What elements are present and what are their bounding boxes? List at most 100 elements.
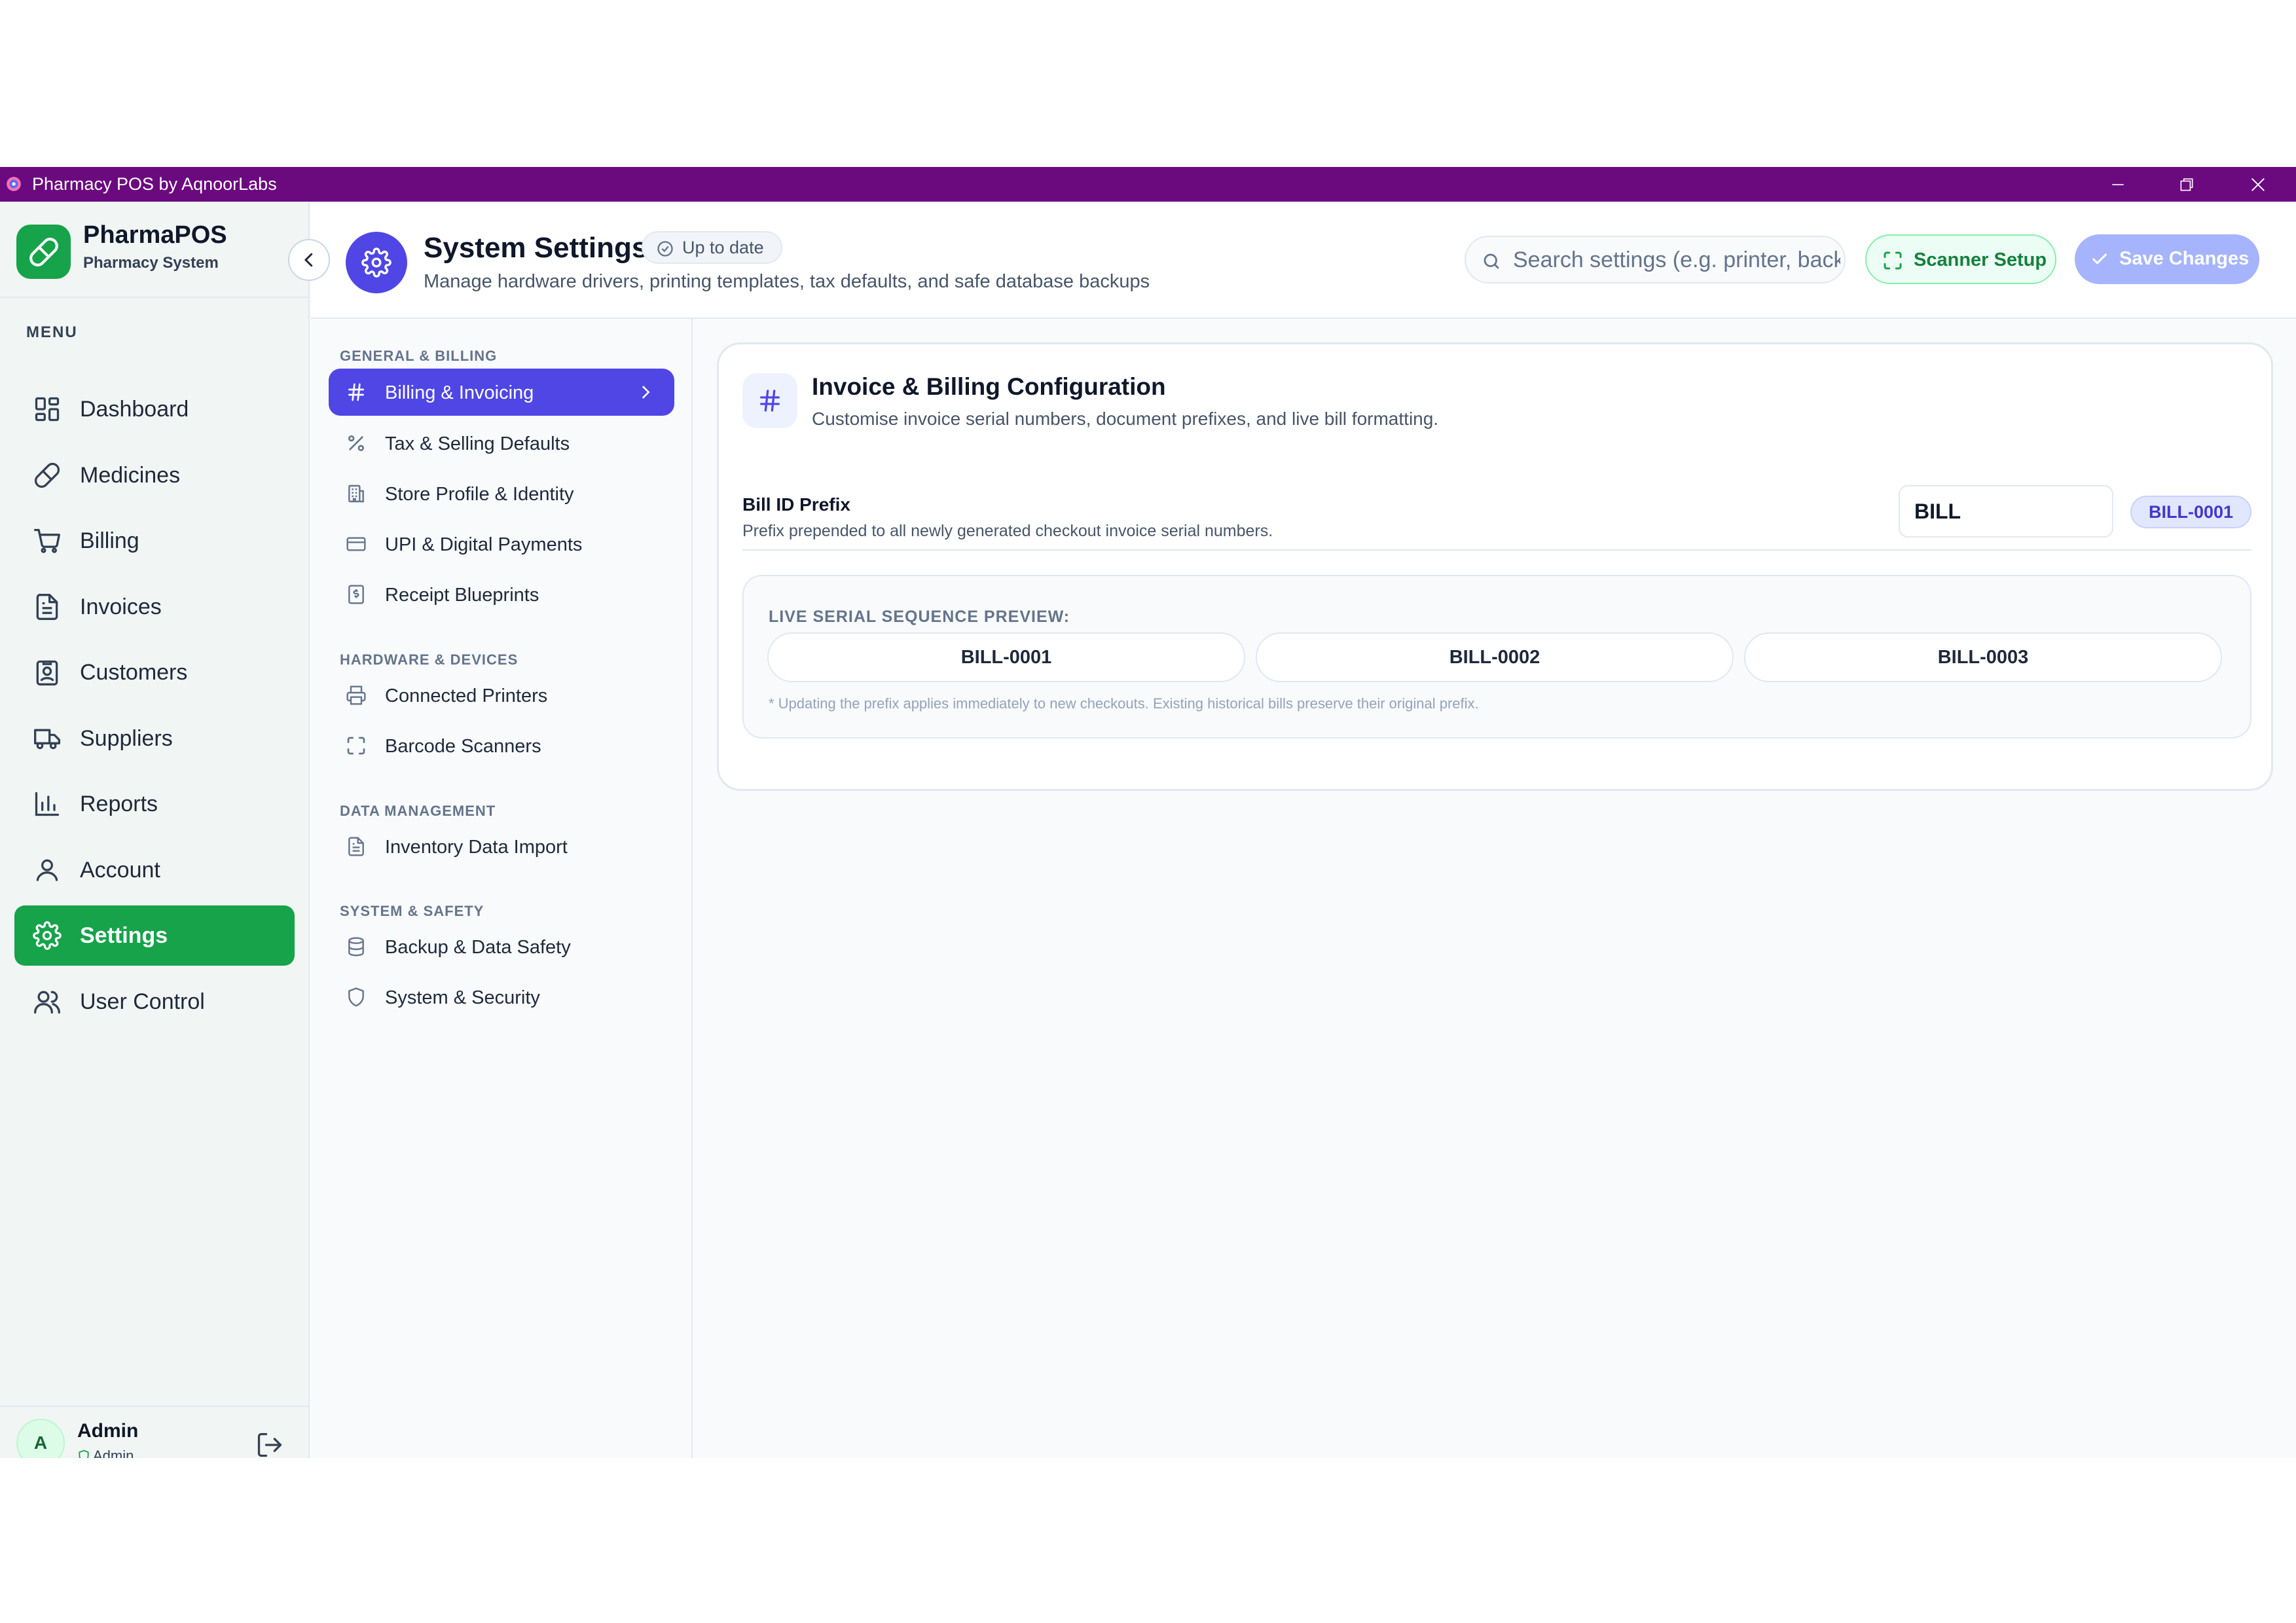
avatar: A xyxy=(16,1419,65,1458)
scanner-setup-label: Scanner Setup xyxy=(1914,249,2047,270)
restore-button[interactable] xyxy=(2153,167,2221,202)
settings-content: Invoice & Billing Configuration Customis… xyxy=(693,319,2296,1458)
customers-icon xyxy=(36,660,58,685)
settings-item-label: Inventory Data Import xyxy=(385,837,568,858)
brand-logo xyxy=(16,225,71,279)
settings-item-label: UPI & Digital Payments xyxy=(385,534,583,555)
shield-small-icon xyxy=(79,1450,89,1458)
section-label-general-billing: GENERAL & BILLING xyxy=(340,348,498,364)
card-description: Customise invoice serial numbers, docume… xyxy=(812,409,1439,429)
page-description: Manage hardware drivers, printing templa… xyxy=(424,271,1150,292)
logout-icon[interactable] xyxy=(255,1431,284,1458)
window-title: Pharmacy POS by AqnoorLabs xyxy=(32,174,277,194)
section-label-hardware-devices: HARDWARE & DEVICES xyxy=(340,651,519,668)
brand-header: PharmaPOS Pharmacy System xyxy=(0,202,310,298)
search-input[interactable] xyxy=(1513,237,1840,282)
check-circle-icon xyxy=(657,241,673,257)
settings-item-label: Receipt Blueprints xyxy=(385,585,539,606)
minimize-button[interactable] xyxy=(2084,167,2152,202)
serial-preview-label: LIVE SERIAL SEQUENCE PREVIEW: xyxy=(769,608,1070,626)
file-icon xyxy=(348,837,364,856)
account-icon xyxy=(36,859,58,881)
scan-icon xyxy=(347,737,365,755)
chevron-left-icon xyxy=(304,253,313,267)
bill-prefix-help: Prefix prepended to all newly generated … xyxy=(742,522,1273,540)
sidebar-item-label: Settings xyxy=(80,923,168,948)
sidebar-item-label: Reports xyxy=(80,792,158,816)
settings-item-system-security[interactable]: System & Security xyxy=(329,974,674,1021)
sidebar-item-account[interactable]: Account xyxy=(14,840,295,900)
page-title: System Settings xyxy=(424,232,648,264)
sidebar-item-label: User Control xyxy=(80,989,205,1014)
user-role-label: Admin xyxy=(93,1448,134,1458)
shield-icon xyxy=(348,987,364,1007)
card-title: Invoice & Billing Configuration xyxy=(812,373,1166,400)
scan-icon xyxy=(1884,251,1902,270)
settings-item-connected-printers[interactable]: Connected Printers xyxy=(329,672,674,719)
section-label-data-management: DATA MANAGEMENT xyxy=(340,803,496,819)
dashboard-icon xyxy=(35,397,60,422)
settings-item-receipt-blueprints[interactable]: Receipt Blueprints xyxy=(329,571,674,618)
settings-item-label: Billing & Invoicing xyxy=(385,382,534,403)
gear-icon xyxy=(33,921,62,950)
user-name: Admin xyxy=(77,1420,139,1442)
settings-item-label: Connected Printers xyxy=(385,685,548,706)
collapse-sidebar-button[interactable] xyxy=(288,239,330,281)
settings-item-billing-invoicing[interactable]: Billing & Invoicing xyxy=(329,369,674,416)
sidebar-item-suppliers[interactable]: Suppliers xyxy=(14,708,295,769)
settings-item-label: Backup & Data Safety xyxy=(385,937,571,958)
invoice-icon xyxy=(36,594,58,620)
settings-item-inventory-import[interactable]: Inventory Data Import xyxy=(329,823,674,870)
hash-icon xyxy=(348,383,364,401)
menu-label: MENU xyxy=(26,323,78,341)
settings-item-tax-selling-defaults[interactable]: Tax & Selling Defaults xyxy=(329,420,674,467)
credit-card-icon xyxy=(346,537,366,551)
search-icon xyxy=(1484,253,1499,269)
sidebar-item-label: Billing xyxy=(80,528,139,553)
sidebar-item-billing[interactable]: Billing xyxy=(14,511,295,571)
close-icon xyxy=(2251,177,2265,191)
pill-icon xyxy=(35,463,60,488)
brand-subtitle: Pharmacy System xyxy=(83,254,219,272)
page-header: System Settings Up to date Manage hardwa… xyxy=(311,202,2296,319)
sidebar-item-label: Suppliers xyxy=(80,726,173,751)
serial-preview-item: BILL-0003 xyxy=(1744,632,2222,682)
settings-header-badge xyxy=(346,232,407,293)
scanner-setup-button[interactable]: Scanner Setup xyxy=(1865,234,2056,284)
gear-icon xyxy=(361,247,392,278)
sidebar-item-user-control[interactable]: User Control xyxy=(14,972,295,1032)
save-changes-button[interactable]: Save Changes xyxy=(2075,234,2259,284)
settings-item-label: System & Security xyxy=(385,987,540,1008)
pill-logo-icon xyxy=(29,237,58,266)
hash-icon xyxy=(760,390,780,412)
brand-name: PharmaPOS xyxy=(83,221,227,249)
card-header-badge xyxy=(742,373,797,428)
settings-item-store-profile[interactable]: Store Profile & Identity xyxy=(329,470,674,517)
sidebar-item-customers[interactable]: Customers xyxy=(14,642,295,702)
sidebar-item-medicines[interactable]: Medicines xyxy=(14,445,295,505)
cart-icon xyxy=(34,528,60,553)
sidebar-item-dashboard[interactable]: Dashboard xyxy=(14,379,295,439)
sidebar-item-reports[interactable]: Reports xyxy=(14,774,295,834)
truck-icon xyxy=(34,729,60,750)
sidebar-item-label: Dashboard xyxy=(80,397,189,422)
search-box[interactable] xyxy=(1465,236,1846,283)
settings-item-upi-payments[interactable]: UPI & Digital Payments xyxy=(329,520,674,568)
close-button[interactable] xyxy=(2224,167,2292,202)
user-role: Admin xyxy=(77,1448,134,1458)
settings-item-barcode-scanners[interactable]: Barcode Scanners xyxy=(329,722,674,769)
bill-prefix-input[interactable] xyxy=(1899,485,2113,538)
main-sidebar: PharmaPOS Pharmacy System MENU Dashboard… xyxy=(0,202,310,1458)
sidebar-item-invoices[interactable]: Invoices xyxy=(14,577,295,637)
bill-prefix-label: Bill ID Prefix xyxy=(742,494,850,515)
settings-item-backup-data-safety[interactable]: Backup & Data Safety xyxy=(329,923,674,970)
building-icon xyxy=(348,484,364,503)
sidebar-item-settings[interactable]: Settings xyxy=(14,905,295,966)
user-profile: A Admin Admin xyxy=(0,1406,310,1458)
database-icon xyxy=(348,937,364,957)
restore-icon xyxy=(2180,178,2193,191)
serial-preview-note: * Updating the prefix applies immediatel… xyxy=(769,695,1479,712)
serial-preview-item: BILL-0001 xyxy=(767,632,1245,682)
check-icon xyxy=(2092,253,2107,264)
minimize-icon xyxy=(2112,183,2124,185)
